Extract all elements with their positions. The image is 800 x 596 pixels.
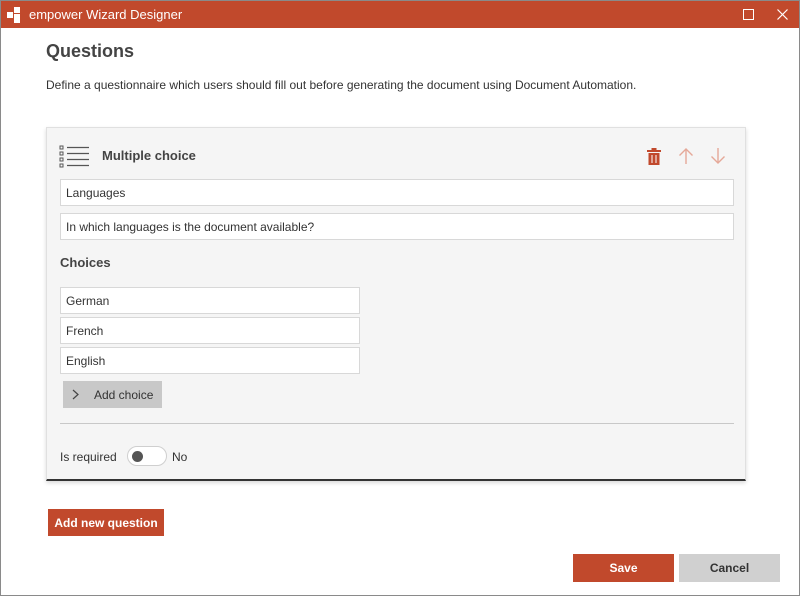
arrow-down-icon — [711, 148, 725, 164]
choice-input-2[interactable]: French — [60, 317, 360, 344]
list-icon — [59, 145, 89, 168]
toggle-knob — [132, 451, 143, 462]
maximize-icon — [742, 9, 754, 20]
app-logo-icon — [7, 6, 23, 23]
move-up-button[interactable] — [677, 146, 695, 166]
add-choice-label: Add choice — [94, 387, 154, 402]
question-text-input[interactable]: In which languages is the document avail… — [60, 213, 734, 240]
trash-icon — [647, 147, 661, 165]
page-title: Questions — [46, 41, 135, 61]
close-button[interactable] — [765, 1, 799, 28]
close-icon — [776, 9, 788, 20]
wizard-designer-window: empower Wizard Designer Questions Define… — [0, 0, 800, 596]
choices-heading: Choices — [60, 255, 111, 270]
arrow-up-icon — [679, 148, 693, 164]
question-title-input[interactable]: Languages — [60, 179, 734, 206]
cancel-button[interactable]: Cancel — [679, 554, 780, 582]
chevron-right-icon — [72, 389, 84, 400]
required-label: Is required — [60, 450, 117, 464]
required-toggle[interactable] — [127, 446, 167, 466]
add-choice-button[interactable]: Add choice — [63, 381, 162, 408]
add-new-question-button[interactable]: Add new question — [48, 509, 164, 536]
card-divider — [60, 423, 734, 424]
window-title: empower Wizard Designer — [29, 7, 183, 22]
choice-input-1[interactable]: German — [60, 287, 360, 314]
question-type-label: Multiple choice — [102, 148, 196, 163]
delete-question-button[interactable] — [645, 146, 663, 166]
question-card: Multiple choice Languages In which langu… — [46, 127, 746, 481]
save-button[interactable]: Save — [573, 554, 674, 582]
choice-input-3[interactable]: English — [60, 347, 360, 374]
required-value: No — [172, 450, 188, 464]
move-down-button[interactable] — [709, 146, 727, 166]
maximize-button[interactable] — [731, 1, 765, 28]
title-bar: empower Wizard Designer — [1, 1, 799, 28]
page-description: Define a questionnaire which users shoul… — [46, 78, 637, 92]
